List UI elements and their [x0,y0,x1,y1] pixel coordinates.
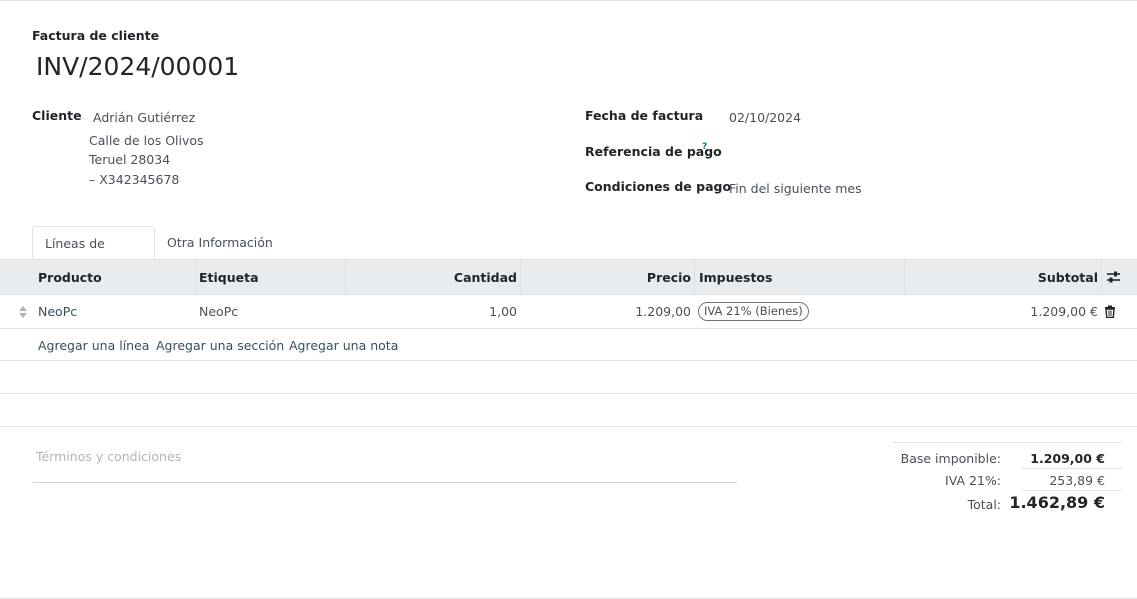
invoice-number: INV/2024/00001 [36,52,240,81]
optional-columns-icon[interactable] [1106,270,1121,287]
drag-handle-icon[interactable] [18,305,28,322]
column-subtotal[interactable]: Subtotal [1038,260,1098,295]
tax-value: 253,89 € [1049,473,1105,488]
document-type: Factura de cliente [32,28,160,43]
customer-address-line2: Teruel 28034 [89,152,171,167]
row-price[interactable]: 1.209,00 [635,304,691,319]
tax-label: IVA 21%: [945,473,1001,488]
column-divider [694,260,695,295]
lines-table-header: Producto Etiqueta Cantidad Precio Impues… [0,259,1137,295]
trash-icon[interactable] [1104,305,1116,321]
invoice-date-field[interactable]: 02/10/2024 [729,110,801,125]
tax-tag[interactable]: IVA 21% (Bienes) [698,302,809,321]
invoice-date-label: Fecha de factura [585,108,704,123]
customer-address-line1: Calle de los Olivos [89,133,204,148]
total-value: 1.462,89 € [1009,493,1105,512]
invoice-form: Factura de cliente INV/2024/00001 Client… [0,0,1137,599]
payment-terms-label: Condiciones de pago [585,179,732,194]
help-tooltip-icon[interactable]: ? [702,142,707,152]
totals-top-divider [893,442,1122,443]
column-price[interactable]: Precio [647,260,691,295]
totals-divider [1022,468,1122,469]
row-quantity[interactable]: 1,00 [489,304,517,319]
empty-row [0,394,1137,427]
add-section-link[interactable]: Agregar una sección [156,338,284,353]
tab-other-info[interactable]: Otra Información [155,226,285,259]
terms-field[interactable]: Términos y condiciones [36,449,181,464]
row-subtotal: 1.209,00 € [1030,304,1098,319]
add-note-link[interactable]: Agregar una nota [289,338,398,353]
column-divider [195,260,196,295]
customer-vat: – X342345678 [89,172,180,187]
totals-divider [1022,490,1122,491]
add-line-link[interactable]: Agregar una línea [38,338,149,353]
customer-name-field[interactable]: Adrián Gutiérrez [93,110,195,125]
untaxed-value: 1.209,00 € [1030,451,1105,466]
customer-label: Cliente [32,108,82,123]
untaxed-label: Base imponible: [900,451,1001,466]
add-actions-row: Agregar una línea Agregar una sección Ag… [0,329,1137,361]
column-divider [345,260,346,295]
terms-underline [33,482,737,483]
column-divider [904,260,905,295]
notebook-tabs: Líneas de factura Otra Información [0,226,1137,284]
total-label: Total: [967,497,1001,512]
payment-terms-field[interactable]: Fin del siguiente mes [729,181,862,196]
row-label[interactable]: NeoPc [199,304,238,319]
empty-row [0,361,1137,394]
column-taxes[interactable]: Impuestos [699,260,772,295]
column-product[interactable]: Producto [38,260,102,295]
column-divider [520,260,521,295]
tab-invoice-lines[interactable]: Líneas de factura [32,226,155,284]
table-row[interactable]: NeoPc NeoPc 1,00 1.209,00 IVA 21% (Biene… [0,295,1137,329]
row-product[interactable]: NeoPc [38,304,77,319]
column-quantity[interactable]: Cantidad [454,260,517,295]
column-label[interactable]: Etiqueta [199,260,259,295]
column-divider [1101,260,1102,295]
